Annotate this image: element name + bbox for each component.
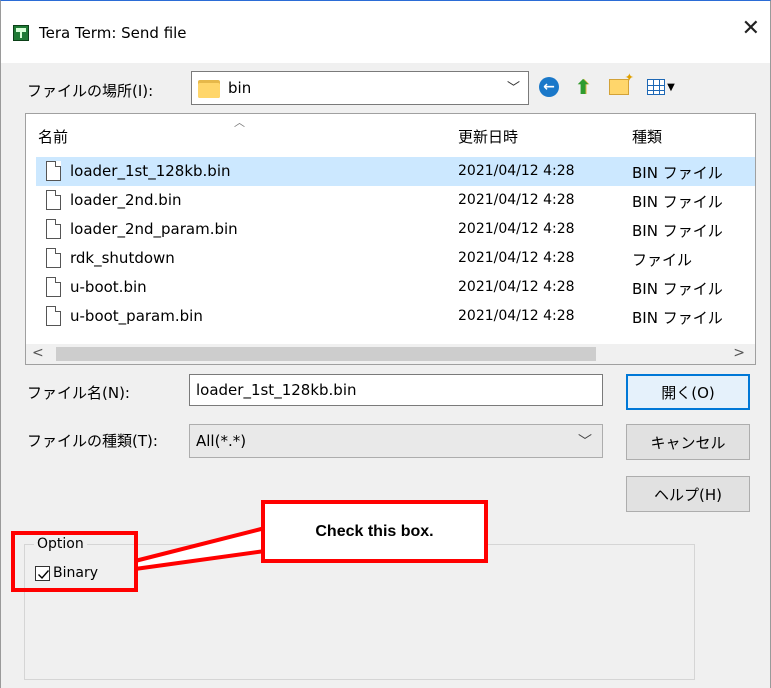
callout-box: Check this box. [261, 500, 488, 563]
callout-text: Check this box. [315, 522, 434, 540]
checkbox-highlight-box [11, 531, 138, 592]
send-file-dialog: Tera Term: Send file ✕ ファイルの場所(I): bin ﹀… [0, 0, 771, 688]
